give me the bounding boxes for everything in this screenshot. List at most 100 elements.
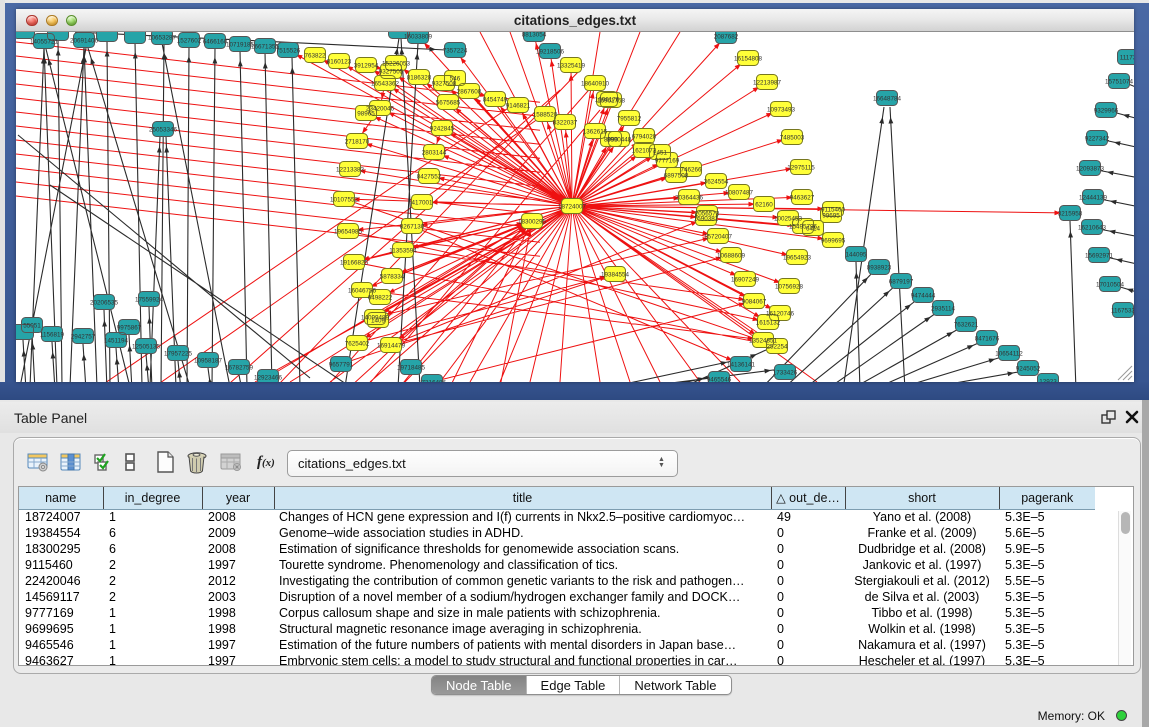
svg-text:9463627: 9463627	[790, 195, 815, 202]
svg-text:17010504: 17010504	[1096, 282, 1125, 289]
svg-text:19654923: 19654923	[783, 255, 812, 262]
svg-text:763822: 763822	[304, 53, 326, 60]
svg-text:9329966: 9329966	[1094, 108, 1119, 115]
svg-text:1409: 1409	[371, 318, 386, 325]
svg-text:16782759: 16782759	[225, 365, 254, 372]
svg-text:18724007: 18724007	[558, 204, 587, 211]
svg-text:9465546: 9465546	[707, 377, 732, 383]
svg-text:6466160: 6466160	[203, 39, 228, 46]
svg-text:8454749: 8454749	[483, 97, 508, 104]
svg-text:2942757: 2942757	[71, 334, 96, 341]
svg-text:10025453: 10025453	[774, 216, 803, 223]
svg-text:12093873: 12093873	[1076, 166, 1105, 173]
svg-text:10688609: 10688609	[717, 253, 746, 260]
svg-text:55051: 55051	[23, 323, 41, 330]
svg-text:20691406: 20691406	[70, 38, 99, 45]
svg-text:16033809: 16033809	[404, 34, 433, 41]
svg-text:16120746: 16120746	[766, 311, 795, 318]
svg-text:15692971: 15692971	[1085, 253, 1114, 260]
svg-text:1733426: 1733426	[773, 370, 798, 377]
svg-text:8990448: 8990448	[607, 137, 632, 144]
svg-text:15720407: 15720407	[704, 234, 733, 241]
svg-text:20206535: 20206535	[90, 300, 119, 307]
svg-text:2718170: 2718170	[345, 139, 370, 146]
svg-text:6897508: 6897508	[664, 173, 689, 180]
svg-text:10807487: 10807487	[725, 190, 754, 197]
svg-text:9474444: 9474444	[911, 293, 936, 300]
svg-text:10107552: 10107552	[330, 197, 359, 204]
svg-text:18640910: 18640910	[581, 81, 610, 88]
svg-text:8813054: 8813054	[522, 32, 547, 39]
svg-text:8186328: 8186328	[407, 75, 432, 82]
svg-text:5675685: 5675685	[436, 100, 461, 107]
svg-text:12505135: 12505135	[132, 344, 161, 351]
svg-text:1362615: 1362615	[583, 129, 608, 136]
svg-text:12975115: 12975115	[787, 165, 815, 172]
svg-text:2087682: 2087682	[714, 34, 739, 41]
svg-text:19718485: 19718485	[397, 365, 426, 372]
svg-text:6879197: 6879197	[889, 279, 914, 286]
svg-text:5878334: 5878334	[380, 274, 405, 281]
svg-text:9146821: 9146821	[506, 103, 531, 110]
svg-text:2935114: 2935114	[931, 306, 956, 313]
svg-text:9657791: 9657791	[329, 362, 354, 369]
svg-text:144095: 144095	[845, 252, 867, 259]
svg-text:17316486: 17316486	[418, 380, 447, 383]
svg-text:3215958: 3215958	[1058, 211, 1083, 218]
svg-text:16154808: 16154808	[734, 56, 763, 63]
svg-text:8267130: 8267130	[400, 224, 425, 231]
svg-text:6414: 6414	[806, 226, 821, 233]
svg-text:7955812: 7955812	[617, 116, 642, 123]
svg-text:14136141: 14136141	[727, 362, 756, 369]
svg-text:19654985: 19654985	[334, 229, 363, 236]
svg-text:11173: 11173	[1120, 55, 1134, 62]
svg-text:12923: 12923	[1039, 379, 1057, 383]
svg-text:10653287: 10653287	[148, 35, 177, 42]
svg-text:9327508: 9327508	[432, 81, 457, 88]
svg-text:9084067: 9084067	[742, 299, 767, 306]
svg-text:9242845: 9242845	[430, 126, 455, 133]
svg-text:9227342: 9227342	[1085, 136, 1110, 143]
svg-text:7485003: 7485003	[780, 135, 805, 142]
svg-text:1156819: 1156819	[40, 332, 65, 339]
svg-text:1451194: 1451194	[104, 338, 129, 345]
svg-text:8160123: 8160123	[327, 59, 352, 66]
svg-text:9975867: 9975867	[117, 325, 142, 332]
svg-text:8471676: 8471676	[975, 336, 1000, 343]
svg-text:9327505: 9327505	[379, 69, 404, 76]
svg-text:13325419: 13325419	[557, 63, 586, 70]
svg-text:19218506: 19218506	[536, 49, 565, 56]
svg-text:9245052: 9245052	[1016, 366, 1041, 373]
svg-text:10756928: 10756928	[775, 284, 804, 291]
svg-text:12213987: 12213987	[753, 80, 782, 87]
svg-text:15226053: 15226053	[382, 61, 411, 68]
svg-text:17957225: 17957225	[164, 351, 193, 358]
svg-text:19166825: 19166825	[340, 260, 369, 267]
svg-text:18300295: 18300295	[518, 219, 547, 226]
svg-text:12444139: 12444139	[1079, 195, 1108, 202]
svg-text:10958187: 10958187	[194, 358, 223, 365]
svg-text:15751074: 15751074	[1105, 79, 1134, 86]
svg-text:9777169: 9777169	[655, 158, 680, 165]
svg-text:8427552: 8427552	[417, 174, 442, 181]
svg-text:417001: 417001	[411, 200, 433, 207]
svg-text:25053346: 25053346	[149, 127, 178, 134]
svg-text:3912954: 3912954	[354, 63, 379, 70]
svg-text:1590381: 1590381	[694, 216, 719, 223]
svg-text:98965: 98965	[357, 111, 375, 118]
svg-text:16046756: 16046756	[348, 288, 377, 295]
svg-text:14055721: 14055721	[30, 39, 59, 46]
svg-text:2451: 2451	[653, 150, 668, 157]
svg-text:1615132: 1615132	[756, 320, 781, 327]
svg-text:2867608: 2867608	[457, 89, 482, 96]
svg-text:11353594: 11353594	[389, 248, 417, 255]
svg-text:8938923: 8938923	[867, 265, 892, 272]
svg-text:7357224: 7357224	[443, 48, 468, 55]
svg-text:99695: 99695	[822, 213, 840, 220]
svg-text:20364436: 20364436	[675, 195, 704, 202]
svg-text:16543362: 16543362	[371, 81, 400, 88]
svg-text:17559924: 17559924	[135, 297, 164, 304]
svg-text:9699695: 9699695	[821, 238, 846, 245]
svg-text:10654112: 10654112	[995, 351, 1023, 358]
svg-text:8322037: 8322037	[553, 120, 578, 127]
